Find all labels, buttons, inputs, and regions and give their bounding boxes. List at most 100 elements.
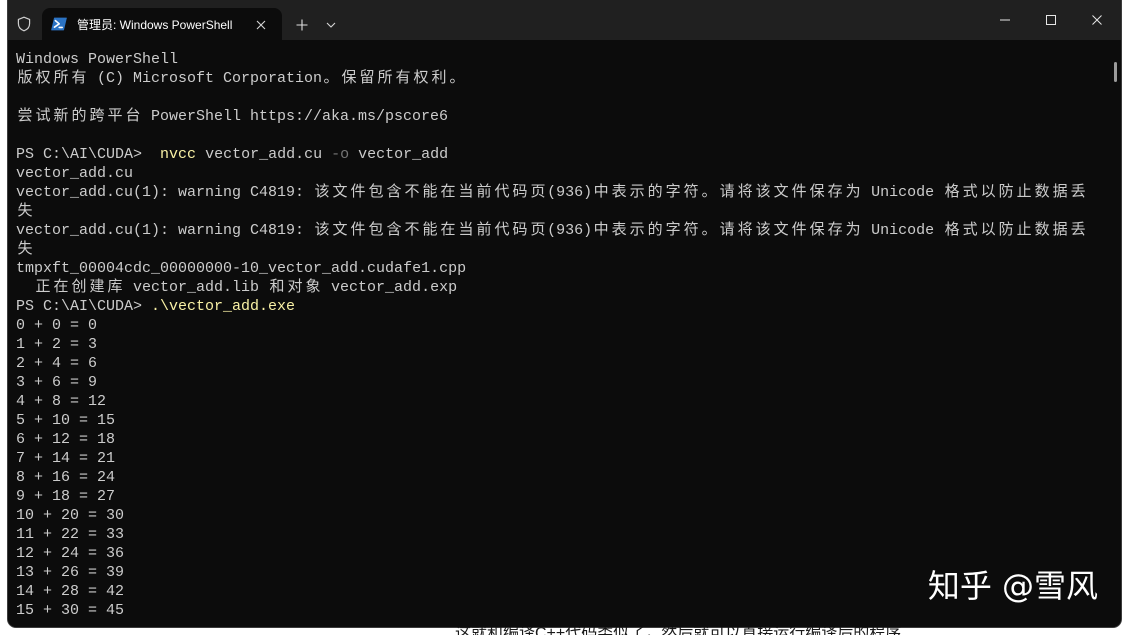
wide-glyph: 的: [647, 184, 663, 201]
terminal-window: 管理员: Windows PowerShell Windows PowerShe…: [8, 0, 1121, 627]
wide-glyph: 中: [593, 184, 609, 201]
wide-glyph: 该: [314, 184, 330, 201]
output-line: 正在创建库 vector_add.lib 和对象 vector_add.exp: [35, 279, 458, 296]
wide-glyph: 创: [71, 279, 87, 296]
output-line: 失: [16, 202, 1111, 221]
wide-glyph: 建: [89, 279, 105, 296]
wide-glyph: 。: [701, 184, 717, 201]
wide-glyph: 前: [476, 184, 492, 201]
wide-glyph: 防: [998, 222, 1014, 239]
shield-icon: [17, 16, 31, 32]
wide-glyph: 能: [422, 184, 438, 201]
wide-glyph: 文: [773, 184, 789, 201]
wide-glyph: 不: [404, 222, 420, 239]
tab-windows-powershell[interactable]: 管理员: Windows PowerShell: [42, 8, 282, 40]
close-window-button[interactable]: [1074, 0, 1120, 40]
wide-glyph: 当: [458, 222, 474, 239]
wide-glyph: 码: [512, 222, 528, 239]
wide-glyph: 代: [494, 184, 510, 201]
wide-glyph: 数: [1034, 184, 1050, 201]
wide-glyph: 为: [845, 222, 861, 239]
output-line: 失: [16, 240, 1111, 259]
command-arg: vector_add: [358, 146, 449, 163]
wide-glyph: 库: [107, 279, 123, 296]
wide-glyph: 文: [332, 184, 348, 201]
plus-icon: [296, 19, 308, 31]
output-line: 11 + 22 = 33: [16, 526, 125, 543]
wide-glyph: 失: [17, 241, 33, 258]
wide-glyph: 文: [332, 222, 348, 239]
wide-glyph: 。: [701, 222, 717, 239]
wide-glyph: 请: [719, 184, 735, 201]
new-tab-button[interactable]: [286, 9, 318, 41]
wide-glyph: 利: [431, 70, 447, 87]
output-line: 9 + 18 = 27: [16, 488, 116, 505]
wide-glyph: 在: [440, 222, 456, 239]
wide-glyph: 中: [593, 222, 609, 239]
output-line: 12 + 24 = 36: [16, 545, 125, 562]
maximize-button[interactable]: [1028, 0, 1074, 40]
wide-glyph: 将: [737, 184, 753, 201]
wide-glyph: 含: [386, 184, 402, 201]
wide-glyph: 丢: [1070, 184, 1086, 201]
wide-glyph: 文: [773, 222, 789, 239]
output-line: 8 + 16 = 24: [16, 469, 116, 486]
wide-glyph: 存: [827, 184, 843, 201]
wide-glyph: 和: [269, 279, 285, 296]
wide-glyph: 版: [17, 70, 33, 87]
wide-glyph: 数: [1034, 222, 1050, 239]
wide-glyph: 的: [71, 108, 87, 125]
title-bar[interactable]: 管理员: Windows PowerShell: [8, 0, 1121, 40]
wide-glyph: 件: [350, 184, 366, 201]
command-arg: vector_add.cu: [205, 146, 323, 163]
wide-glyph: 尝: [17, 108, 33, 125]
wide-glyph: 留: [359, 70, 375, 87]
wide-glyph: 据: [1052, 222, 1068, 239]
wide-glyph: 跨: [89, 108, 105, 125]
wide-glyph: 该: [755, 184, 771, 201]
output-line: 6 + 12 = 18: [16, 431, 116, 448]
wide-glyph: 将: [737, 222, 753, 239]
wide-glyph: 页: [530, 184, 546, 201]
powershell-icon: [51, 17, 67, 31]
profile-dropdown-button[interactable]: [319, 13, 343, 37]
terminal-buffer: Windows PowerShell 版权所有 (C) Microsoft Co…: [16, 50, 1111, 620]
wide-glyph: 前: [476, 222, 492, 239]
wide-glyph: 页: [530, 222, 546, 239]
banner-copyright: 版权所有 (C) Microsoft Corporation。保留所有权利。: [17, 70, 465, 87]
wide-glyph: 含: [386, 222, 402, 239]
wide-glyph: 平: [107, 108, 123, 125]
watermark: 知乎 @雪风: [927, 567, 1098, 605]
wide-glyph: 式: [962, 184, 978, 201]
wide-glyph: 件: [350, 222, 366, 239]
wide-glyph: 据: [1052, 184, 1068, 201]
wide-glyph: 包: [368, 222, 384, 239]
wide-glyph: 丢: [1070, 222, 1086, 239]
output-line: 3 + 6 = 9: [16, 374, 98, 391]
output-line: 0 + 0 = 0: [16, 317, 98, 334]
wide-glyph: 正: [35, 279, 51, 296]
tab-title: 管理员: Windows PowerShell: [77, 18, 233, 32]
wide-glyph: 对: [287, 279, 303, 296]
minimize-icon: [1000, 19, 1010, 21]
minimize-button[interactable]: [982, 0, 1028, 40]
prompt: PS C:\AI\CUDA>: [16, 298, 152, 315]
wide-glyph: 该: [314, 222, 330, 239]
wide-glyph: 象: [305, 279, 321, 296]
background-page-caption: 这就和编译C++代码类似了，然后就可以直接运行编译后的程序: [455, 627, 901, 635]
scrollbar-thumb[interactable]: [1114, 62, 1117, 82]
wide-glyph: 以: [980, 184, 996, 201]
wide-glyph: 为: [845, 184, 861, 201]
command-parameter: -o: [331, 146, 350, 163]
wide-glyph: 该: [755, 222, 771, 239]
terminal-viewport[interactable]: Windows PowerShell 版权所有 (C) Microsoft Co…: [8, 40, 1121, 627]
maximize-icon: [1046, 15, 1056, 25]
wide-glyph: 止: [1016, 184, 1032, 201]
output-line: 2 + 4 = 6: [16, 355, 98, 372]
wide-glyph: 存: [827, 222, 843, 239]
wide-glyph: 不: [404, 184, 420, 201]
output-line: 5 + 10 = 15: [16, 412, 116, 429]
tab-close-button[interactable]: [249, 13, 273, 37]
output-line: 1 + 2 = 3: [16, 336, 98, 353]
